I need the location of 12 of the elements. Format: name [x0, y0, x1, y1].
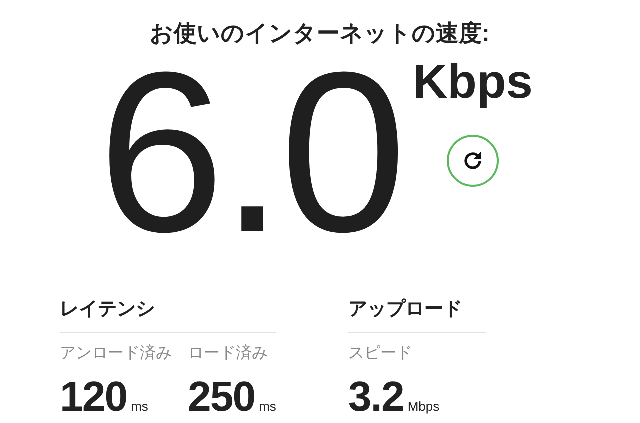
metric-unit: ms — [131, 399, 148, 414]
metric-label: ロード済み — [188, 344, 269, 364]
metric-unit: Mbps — [408, 399, 440, 414]
metric-unit: ms — [259, 399, 276, 414]
section-heading: アップロード — [348, 296, 486, 333]
metric-label: アンロード済み — [60, 344, 172, 364]
metric-value: 120 — [60, 376, 128, 418]
metric-value: 250 — [188, 376, 256, 418]
metric-label: スピード — [348, 344, 414, 364]
speed-unit: Kbps — [412, 59, 533, 107]
metric-value: 3.2 — [348, 376, 404, 418]
section-heading: レイテンシ — [60, 296, 276, 333]
